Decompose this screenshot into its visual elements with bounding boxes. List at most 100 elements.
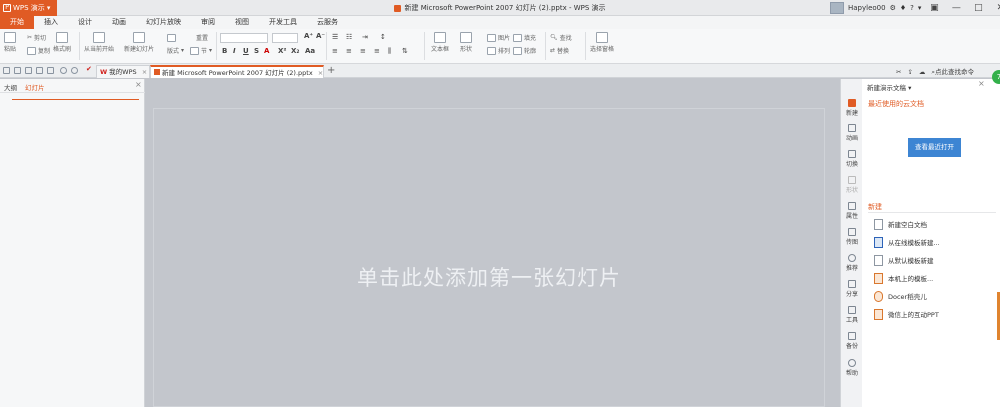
strip-shape[interactable]: 形状 — [841, 176, 863, 194]
close-icon[interactable]: × — [978, 79, 985, 88]
export-icon[interactable] — [47, 67, 54, 74]
tab-developer[interactable]: 开发工具 — [259, 16, 307, 29]
cloud-icon[interactable]: ☁ — [919, 68, 926, 76]
align-left-icon[interactable]: ≡ — [332, 47, 338, 55]
checkmark-icon[interactable]: ✔ — [86, 65, 93, 73]
add-first-slide-placeholder[interactable]: 单击此处添加第一张幻灯片 — [153, 262, 825, 292]
italic-icon[interactable]: I — [233, 47, 236, 55]
close-icon[interactable]: × — [142, 68, 147, 76]
new-from-online-template[interactable]: 从在线模板新建... — [874, 235, 940, 249]
close-icon[interactable]: × — [318, 69, 323, 77]
print-icon[interactable] — [36, 67, 43, 74]
bold-icon[interactable]: B — [222, 47, 227, 55]
paste-button[interactable]: 粘贴 — [4, 32, 16, 53]
line-spacing-icon[interactable]: ↕ — [380, 33, 386, 41]
undo-icon[interactable] — [60, 67, 67, 74]
save-icon[interactable] — [14, 67, 21, 74]
format-painter-button[interactable]: 格式刷 — [53, 32, 71, 53]
open-icon[interactable] — [3, 67, 10, 74]
font-color-icon[interactable]: A — [264, 47, 269, 55]
print-preview-icon[interactable] — [25, 67, 32, 74]
minimize-button[interactable]: — — [947, 0, 965, 16]
strip-backup[interactable]: 备份 — [841, 332, 863, 350]
strip-help[interactable]: 帮助 — [841, 359, 863, 377]
scissors-icon[interactable]: ✂ — [896, 68, 901, 76]
notification-badge[interactable]: 7 — [992, 70, 1000, 84]
tab-cloud[interactable]: 云服务 — [307, 16, 348, 29]
tab-animation[interactable]: 动画 — [102, 16, 136, 29]
strip-animation[interactable]: 动画 — [841, 124, 863, 142]
doc-tab-my-wps[interactable]: W 我的WPS × — [96, 65, 150, 78]
settings-icon[interactable]: ⚙ — [890, 4, 896, 12]
selection-pane-button[interactable]: 选择窗格 — [590, 32, 614, 53]
avatar[interactable] — [830, 2, 844, 14]
slide-canvas[interactable] — [153, 108, 825, 407]
tab-insert[interactable]: 插入 — [34, 16, 68, 29]
indent-icon[interactable]: ⇥ — [362, 33, 368, 41]
new-slide-button[interactable]: 新建幻灯片 — [124, 32, 154, 53]
superscript-icon[interactable]: X² — [278, 47, 286, 55]
ribbon-toggle-button[interactable]: ▣ — [925, 0, 943, 16]
strip-send-picture[interactable]: 传图 — [841, 228, 863, 246]
wechat-interactive-ppt[interactable]: 微信上的互动PPT — [874, 307, 939, 321]
strip-share[interactable]: 分享 — [841, 280, 863, 298]
command-search[interactable]: ⌕点此查找命令 — [931, 66, 974, 77]
doc-tab-current[interactable]: 新建 Microsoft PowerPoint 2007 幻灯片 (2).ppt… — [150, 65, 324, 78]
strip-properties[interactable]: 属性 — [841, 202, 863, 220]
cut-button[interactable]: ✂ 剪切 — [27, 33, 46, 42]
app-menu-button[interactable]: P WPS 演示 ▾ — [0, 0, 57, 16]
outline-button[interactable]: 轮廓 — [513, 46, 536, 55]
section-button[interactable]: 节 ▾ — [190, 46, 212, 55]
tab-slides[interactable]: 幻灯片 — [25, 82, 45, 92]
numbering-icon[interactable]: ☷ — [346, 33, 352, 41]
bullets-icon[interactable]: ☰ — [332, 33, 338, 41]
help-icon[interactable]: ? — [910, 4, 914, 12]
font-name-combo[interactable] — [220, 33, 268, 43]
shadow-icon[interactable]: S — [254, 47, 259, 55]
case-icon[interactable]: Aa — [305, 47, 315, 55]
grow-font-icon[interactable]: A⁺ — [304, 32, 313, 40]
close-button[interactable]: ✕ — [991, 0, 1000, 16]
user-name[interactable]: Hapyleo00 — [848, 4, 886, 12]
strip-tools[interactable]: 工具 — [841, 306, 863, 324]
redo-icon[interactable] — [71, 67, 78, 74]
fill-button[interactable]: 填充 — [513, 33, 536, 42]
panel-title-dropdown[interactable]: 新建演示文稿 ▾ — [867, 82, 911, 92]
docer-link[interactable]: Docer稻壳儿 — [874, 289, 927, 303]
tab-view[interactable]: 视图 — [225, 16, 259, 29]
align-center-icon[interactable]: ≡ — [346, 47, 352, 55]
from-current-button[interactable]: 从当前开始 — [84, 32, 114, 53]
replace-button[interactable]: ⇄ 替换 — [550, 46, 569, 55]
tab-slideshow[interactable]: 幻灯片放映 — [136, 16, 191, 29]
textbox-button[interactable]: 文本框 — [431, 32, 449, 53]
justify-icon[interactable]: ≡ — [374, 47, 380, 55]
align-right-icon[interactable]: ≡ — [360, 47, 366, 55]
close-icon[interactable]: × — [135, 80, 142, 89]
strip-transition[interactable]: 切换 — [841, 150, 863, 168]
underline-icon[interactable]: U — [243, 47, 249, 55]
copy-button[interactable]: 复制 — [27, 46, 50, 55]
reset-button[interactable]: 重置 — [167, 33, 208, 42]
tab-review[interactable]: 审阅 — [191, 16, 225, 29]
menu-icon[interactable]: ▾ — [918, 4, 922, 12]
new-from-default-template[interactable]: 从默认模板新建 — [874, 253, 934, 267]
new-tab-button[interactable]: + — [327, 65, 335, 76]
share-icon[interactable]: ⇪ — [907, 68, 912, 76]
layout-button[interactable]: 版式 ▾ — [167, 46, 184, 55]
new-blank-document[interactable]: 新建空白文档 — [874, 217, 927, 231]
text-direction-icon[interactable]: ⇅ — [402, 47, 408, 55]
tab-home[interactable]: 开始 — [0, 16, 34, 29]
view-recent-button[interactable]: 查看最近打开 — [908, 138, 961, 157]
font-size-combo[interactable] — [272, 33, 298, 43]
tab-design[interactable]: 设计 — [68, 16, 102, 29]
picture-button[interactable]: 图片 — [487, 33, 510, 42]
find-button[interactable]: 🔍︎ 查找 — [550, 33, 572, 42]
arrange-button[interactable]: 排列 — [487, 46, 510, 55]
columns-icon[interactable]: ⫼ — [388, 47, 391, 56]
strip-recommend[interactable]: 推荐 — [841, 254, 863, 272]
shape-button[interactable]: 形状 — [460, 32, 472, 53]
shrink-font-icon[interactable]: A⁻ — [316, 32, 325, 40]
maximize-button[interactable]: □ — [969, 0, 987, 16]
local-templates[interactable]: 本机上的模板... — [874, 271, 933, 285]
tab-outline[interactable]: 大纲 — [4, 82, 17, 92]
